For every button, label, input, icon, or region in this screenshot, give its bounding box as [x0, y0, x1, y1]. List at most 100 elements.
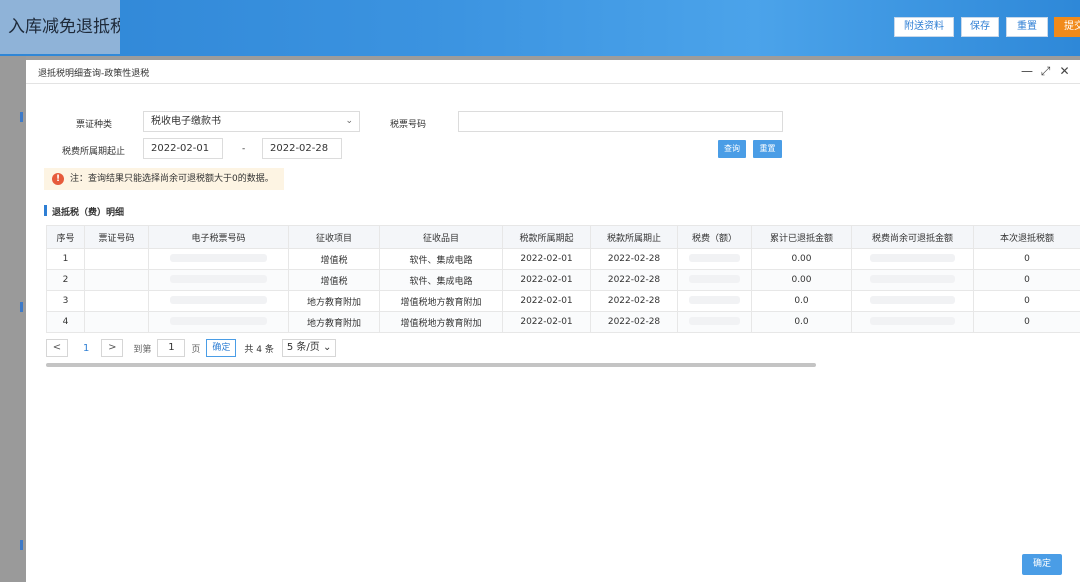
current-page[interactable]: 1: [83, 343, 89, 354]
refund-detail-dialog: 退抵税明细查询-政策性退税 — ⤢ ✕ 票证种类 税收电子缴款书 ⌄ 税票号码 …: [26, 60, 1080, 582]
goto-confirm-button[interactable]: 确定: [206, 339, 237, 357]
cell-period-end: 2022-02-28: [590, 269, 678, 291]
attach-docs-button[interactable]: 附送资料: [894, 17, 954, 37]
reset-button[interactable]: 重置: [753, 140, 782, 158]
pagination: < 1 > 到第 1 页 确定 共 4 条 5 条/页 ⌄: [46, 338, 337, 358]
period-separator: -: [242, 144, 246, 154]
cell-period-start: 2022-02-01: [502, 311, 591, 333]
cell-remaining: [851, 269, 974, 291]
redacted-value: [169, 316, 268, 325]
query-button[interactable]: 查询: [718, 140, 746, 158]
next-page-button[interactable]: >: [101, 339, 124, 357]
reset-page-button[interactable]: 重置: [1006, 17, 1048, 37]
cell-sub-item: 增值税地方教育附加: [379, 311, 503, 333]
column-header: 电子税票号码: [148, 225, 289, 249]
horizontal-scrollbar[interactable]: [46, 363, 816, 367]
cell-voucher-no: [84, 290, 149, 312]
cell-e-ticket-no: [148, 290, 289, 312]
cell-refunded: 0.00: [751, 269, 852, 291]
cell-tax-amount: [677, 290, 752, 312]
cell-remaining: [851, 248, 974, 270]
table-row[interactable]: 2 增值税 软件、集成电路 2022-02-01 2022-02-28 0.00…: [46, 269, 1080, 291]
prev-page-button[interactable]: <: [46, 339, 68, 357]
period-start-input[interactable]: 2022-02-01: [143, 138, 223, 159]
cell-e-ticket-no: [148, 248, 289, 270]
redacted-value: [870, 274, 955, 283]
refund-detail-table: 序号 票证号码 电子税票号码 征收项目 征收品目 税款所属期起 税款所属期止 税…: [46, 225, 1080, 333]
cell-e-ticket-no: [148, 311, 289, 333]
cell-sub-item: 软件、集成电路: [379, 269, 503, 291]
cell-index: 3: [46, 290, 85, 312]
redacted-value: [688, 295, 741, 304]
total-count: 共 4 条: [244, 344, 274, 355]
maximize-icon[interactable]: ⤢: [1040, 64, 1051, 78]
cell-item: 增值税: [288, 269, 380, 291]
redacted-value: [688, 274, 741, 283]
period-label: 税费所属期起止: [62, 147, 126, 157]
voucher-type-value: 税收电子缴款书: [151, 116, 221, 127]
cell-period-start: 2022-02-01: [502, 248, 591, 270]
column-header: 税费（额）: [677, 225, 752, 249]
notice-text: 注：查询结果只能选择尚余可退税额大于0的数据。: [70, 174, 274, 184]
cell-period-end: 2022-02-28: [590, 311, 678, 333]
cell-period-start: 2022-02-01: [502, 269, 591, 291]
cell-index: 4: [46, 311, 85, 333]
dialog-divider: [26, 83, 1080, 84]
sidebar-marker: [20, 112, 23, 122]
redacted-value: [870, 295, 955, 304]
cell-current-refund[interactable]: 0: [973, 290, 1080, 312]
dialog-title: 退抵税明细查询-政策性退税: [38, 69, 150, 79]
section-title: 退抵税（费）明细: [52, 208, 125, 218]
cell-item: 地方教育附加: [288, 290, 380, 312]
redacted-value: [688, 316, 741, 325]
cell-current-refund[interactable]: 0: [973, 269, 1080, 291]
dialog-controls: — ⤢ ✕: [1021, 64, 1070, 78]
cell-current-refund[interactable]: 0: [973, 311, 1080, 333]
table-row[interactable]: 4 地方教育附加 增值税地方教育附加 2022-02-01 2022-02-28…: [46, 311, 1080, 333]
cell-tax-amount: [677, 269, 752, 291]
column-header: 征收品目: [379, 225, 503, 249]
redacted-value: [870, 316, 955, 325]
cell-voucher-no: [84, 311, 149, 333]
cell-voucher-no: [84, 248, 149, 270]
cell-refunded: 0.0: [751, 311, 852, 333]
cell-remaining: [851, 311, 974, 333]
cell-refunded: 0.00: [751, 248, 852, 270]
page-size-value: 5 条/页: [286, 342, 320, 353]
cell-e-ticket-no: [148, 269, 289, 291]
column-header: 税款所属期止: [590, 225, 678, 249]
tax-ticket-input[interactable]: [458, 111, 783, 132]
cell-current-refund[interactable]: 0: [973, 248, 1080, 270]
cell-index: 1: [46, 248, 85, 270]
close-icon[interactable]: ✕: [1059, 64, 1070, 78]
chevron-down-icon: ⌄: [345, 116, 353, 126]
page-title: 入库减免退抵税: [0, 0, 120, 54]
confirm-button[interactable]: 确定: [1022, 554, 1062, 575]
cell-period-start: 2022-02-01: [502, 290, 591, 312]
period-end-input[interactable]: 2022-02-28: [262, 138, 342, 159]
tax-ticket-label: 税票号码: [390, 120, 427, 130]
voucher-type-label: 票证种类: [76, 120, 113, 130]
table-row[interactable]: 1 增值税 软件、集成电路 2022-02-01 2022-02-28 0.00…: [46, 248, 1080, 270]
cell-period-end: 2022-02-28: [590, 290, 678, 312]
cell-remaining: [851, 290, 974, 312]
goto-page-input[interactable]: 1: [157, 339, 186, 357]
table-row[interactable]: 3 地方教育附加 增值税地方教育附加 2022-02-01 2022-02-28…: [46, 290, 1080, 312]
page-size-select[interactable]: 5 条/页 ⌄: [281, 339, 337, 357]
voucher-type-select[interactable]: 税收电子缴款书 ⌄: [143, 111, 360, 132]
redacted-value: [169, 295, 268, 304]
goto-label: 到第: [133, 344, 152, 355]
redacted-value: [870, 253, 955, 262]
cell-voucher-no: [84, 269, 149, 291]
column-header: 税费尚余可退抵金额: [851, 225, 974, 249]
cell-index: 2: [46, 269, 85, 291]
column-header: 税款所属期起: [502, 225, 591, 249]
notice-banner: ! 注：查询结果只能选择尚余可退税额大于0的数据。: [44, 168, 284, 190]
save-button[interactable]: 保存: [961, 17, 999, 37]
column-header: 票证号码: [84, 225, 149, 249]
minimize-icon[interactable]: —: [1021, 64, 1033, 78]
submit-button[interactable]: 提交: [1054, 17, 1080, 37]
cell-tax-amount: [677, 311, 752, 333]
cell-period-end: 2022-02-28: [590, 248, 678, 270]
sidebar-marker: [20, 540, 23, 550]
